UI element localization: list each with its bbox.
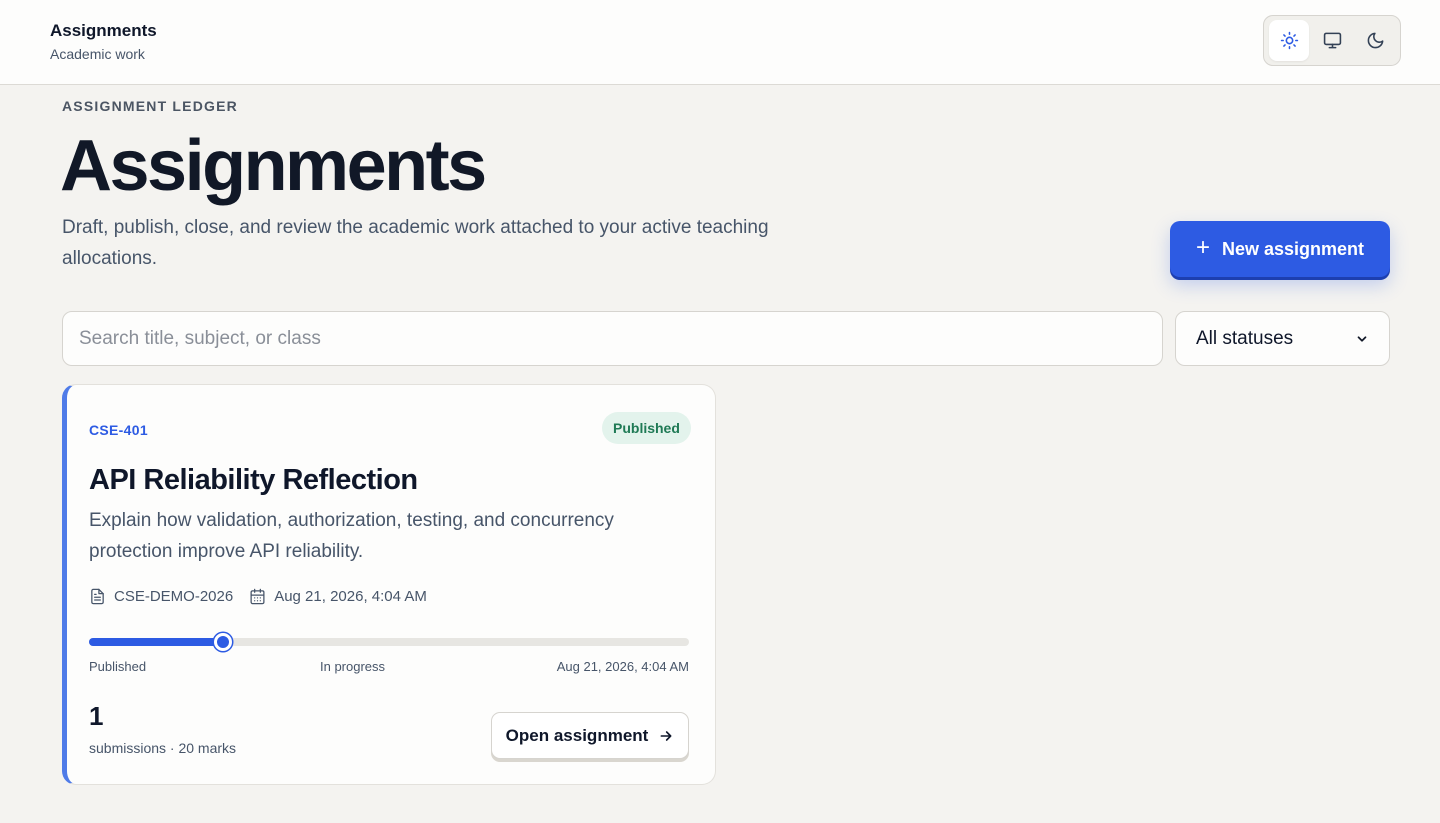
progress-marker [213,633,232,651]
top-bar: Assignments Academic work [0,0,1440,85]
theme-switcher [1263,15,1401,66]
plus-icon: + [1195,234,1210,261]
progress-end-label: Aug 21, 2026, 4:04 AM [556,659,689,674]
page-title: Assignments [60,126,487,206]
due-meta: Aug 21, 2026, 4:04 AM [249,588,427,605]
status-badge: Published [602,412,691,444]
assignment-title: API Reliability Reflection [89,464,418,496]
class-code: CSE-DEMO-2026 [114,588,234,605]
document-icon [91,588,104,605]
app-title: Assignments [50,21,157,40]
status-filter-select[interactable]: All statuses [1175,311,1390,366]
page-eyebrow: ASSIGNMENT LEDGER [62,98,238,114]
submission-count: 1 [89,701,104,731]
assignment-meta: CSE-DEMO-2026 Aug 21, 2026, 4:04 AM [89,588,443,605]
due-date: Aug 21, 2026, 4:04 AM [274,588,427,605]
calendar-icon [250,588,265,605]
theme-dark-button[interactable] [1355,20,1395,61]
progress-fill [89,638,223,646]
status-filter-value: All statuses [1196,327,1294,349]
chevron-down-icon [1357,335,1367,342]
app-subtitle: Academic work [50,46,145,62]
submission-summary: submissions · 20 marks [89,740,237,756]
progress-track [89,633,689,651]
sun-icon [1280,31,1298,50]
class-meta: CSE-DEMO-2026 [89,588,233,605]
monitor-icon [1323,32,1341,49]
progress-middle-label: In progress [320,659,386,674]
search-input[interactable] [62,311,1163,366]
new-assignment-button[interactable]: + New assignment [1170,221,1390,277]
moon-icon [1367,32,1383,49]
subject-code: CSE-401 [89,422,148,438]
theme-light-button[interactable] [1269,20,1309,61]
theme-system-button[interactable] [1312,20,1352,61]
assignment-description: Explain how validation, authorization, t… [89,510,614,562]
assignment-card: CSE-401 Published API Reliability Reflec… [62,384,716,785]
open-assignment-label: Open assignment [505,725,649,745]
progress-start-label: Published [89,659,147,674]
page-description: Draft, publish, close, and review the ac… [62,217,769,269]
new-assignment-label: New assignment [1221,238,1365,259]
open-assignment-button[interactable]: Open assignment [491,712,689,759]
arrow-right-icon [660,730,672,741]
